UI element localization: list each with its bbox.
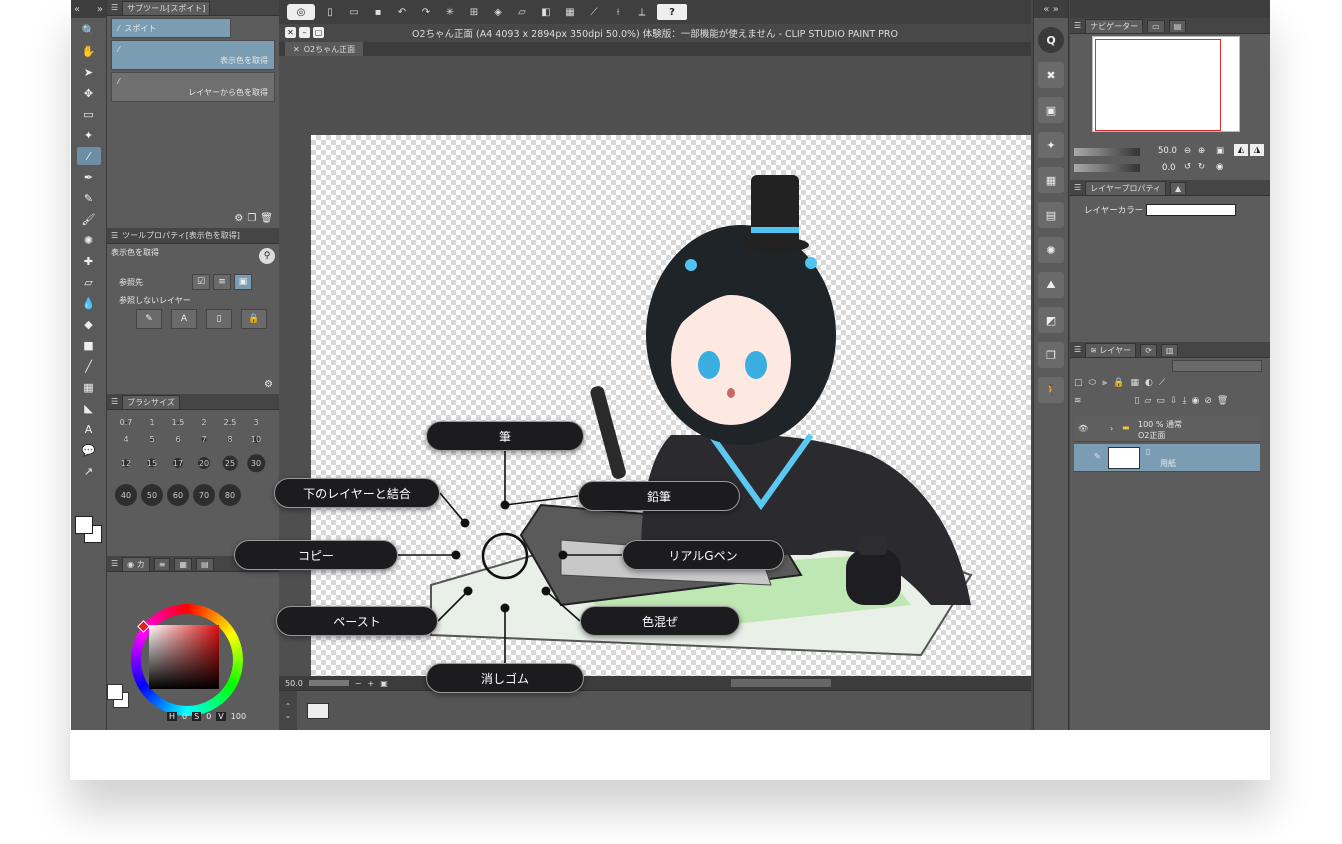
callout-pencil: 鉛筆: [578, 481, 740, 511]
callout-label: リアルGペン: [668, 548, 738, 563]
callout-merge-down: 下のレイヤーと結合: [274, 478, 440, 508]
callout-eraser: 消しゴム: [426, 663, 584, 693]
callout-label: 消しゴム: [480, 671, 529, 686]
callout-label: 色混ぜ: [641, 614, 678, 629]
callout-real-g-pen: リアルGペン: [622, 540, 784, 570]
callout-color-mix: 色混ぜ: [580, 606, 740, 636]
callout-fude: 筆: [426, 421, 584, 451]
callout-label: 下のレイヤーと結合: [303, 486, 411, 501]
callout-label: ペースト: [333, 614, 381, 629]
center-ring: [481, 532, 529, 580]
callout-label: 鉛筆: [646, 489, 671, 504]
callout-label: コピー: [297, 548, 334, 563]
callout-paste: ペースト: [276, 606, 438, 636]
callout-label: 筆: [498, 429, 511, 444]
callout-copy: コピー: [234, 540, 398, 570]
